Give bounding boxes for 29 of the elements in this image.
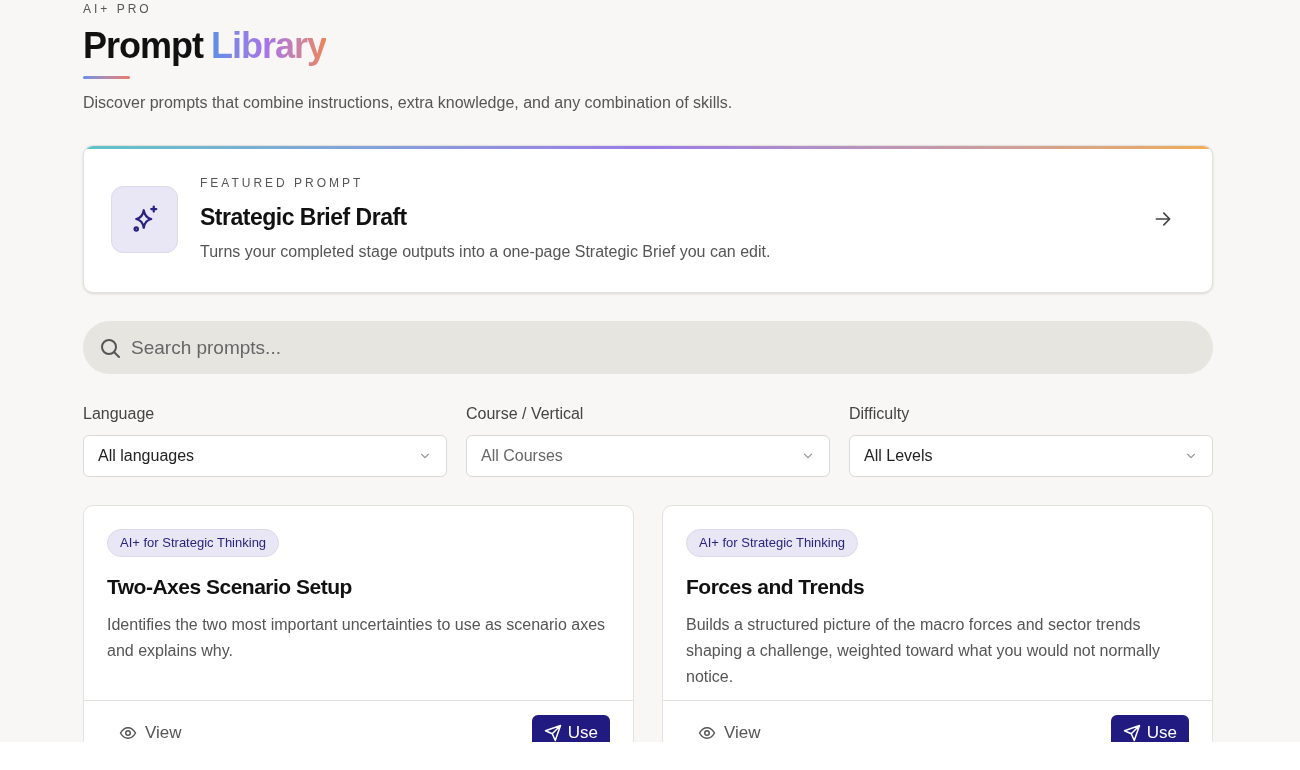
filter-label: Course / Vertical: [466, 404, 585, 424]
eyebrow-label: AI+ PRO: [83, 1, 153, 17]
course-tag: AI+ for Strategic Thinking: [686, 529, 859, 557]
arrow-right-icon: [1153, 209, 1173, 229]
card-title: Forces and Trends: [686, 573, 866, 600]
send-icon: [543, 723, 562, 742]
filter-dropdown[interactable]: All Courses: [466, 435, 830, 477]
featured-title: Strategic Brief Draft: [200, 202, 408, 232]
filter-dropdown[interactable]: All Levels: [849, 435, 1213, 477]
use-button[interactable]: Use: [531, 715, 610, 742]
card-description: Identifies the two most important uncertainties to use as scenario axes and explains why.: [107, 615, 607, 661]
title-underline: [83, 76, 130, 79]
search-icon: [98, 336, 122, 360]
featured-description: Turns your completed stage outputs into a one-page Strategic Brief you can edit.: [200, 242, 772, 263]
course-tag: AI+ for Strategic Thinking: [107, 529, 280, 557]
send-icon: [1122, 723, 1141, 742]
page-subtitle: Discover prompts that combine instructions, extra knowledge, and any combination of skills.: [83, 93, 734, 113]
view-button[interactable]: View: [686, 716, 773, 742]
search-field[interactable]: Search prompts...: [83, 321, 1213, 374]
filter-dropdown[interactable]: All languages: [83, 435, 447, 477]
featured-eyebrow: FEATURED PROMPT: [200, 174, 365, 192]
filter-label: Difficulty: [849, 404, 911, 424]
card-title: Two-Axes Scenario Setup: [107, 573, 353, 600]
use-button[interactable]: Use: [1110, 715, 1189, 742]
view-button[interactable]: View: [107, 716, 194, 742]
card-description: Builds a structured picture of the macro forces and sector trends shaping a challenge, weighted toward what you would not normally notice.: [686, 615, 1162, 687]
page-title: Prompt: [83, 24, 203, 68]
featured-card[interactable]: FEATURED PROMPT Strategic Brief Draft Turns your completed stage outputs into a one-page Strategic Brief you can edit.: [83, 145, 1213, 293]
filter-label: Language: [83, 404, 156, 424]
